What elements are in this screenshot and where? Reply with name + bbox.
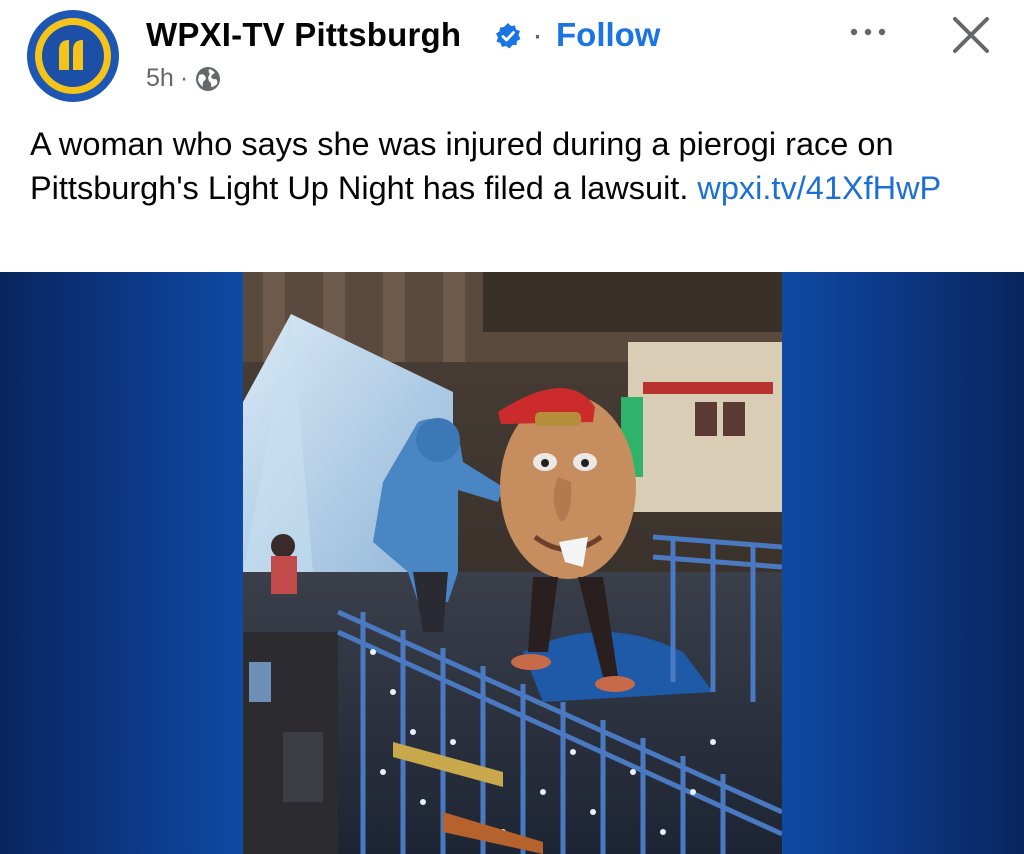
globe-icon[interactable]	[194, 65, 222, 93]
post-message: A woman who says she was injured during …	[30, 122, 990, 210]
post-timestamp[interactable]: 5h	[146, 64, 174, 93]
follow-button[interactable]: Follow	[556, 16, 660, 54]
avatar-ring	[35, 18, 111, 94]
channel-11-logo-icon	[59, 40, 83, 70]
wpxi-logo	[42, 25, 104, 87]
image-background-left	[0, 272, 243, 854]
more-options-icon[interactable]	[846, 20, 890, 44]
header-separator: ·	[532, 16, 543, 53]
post-link[interactable]: wpxi.tv/41XfHwP	[697, 170, 941, 206]
verified-badge-icon	[496, 23, 521, 49]
page-avatar[interactable]	[27, 10, 119, 102]
post-image[interactable]	[0, 272, 1024, 854]
meta-separator: ·	[179, 64, 189, 92]
image-background-right	[782, 272, 1024, 854]
close-icon[interactable]	[950, 14, 992, 56]
post-header: WPXI-TV Pittsburgh · Follow 5h ·	[0, 0, 1024, 110]
pierogi-race-photo	[243, 272, 782, 854]
page-name-link[interactable]: WPXI-TV Pittsburgh	[146, 16, 461, 54]
post-meta: 5h ·	[146, 64, 222, 93]
